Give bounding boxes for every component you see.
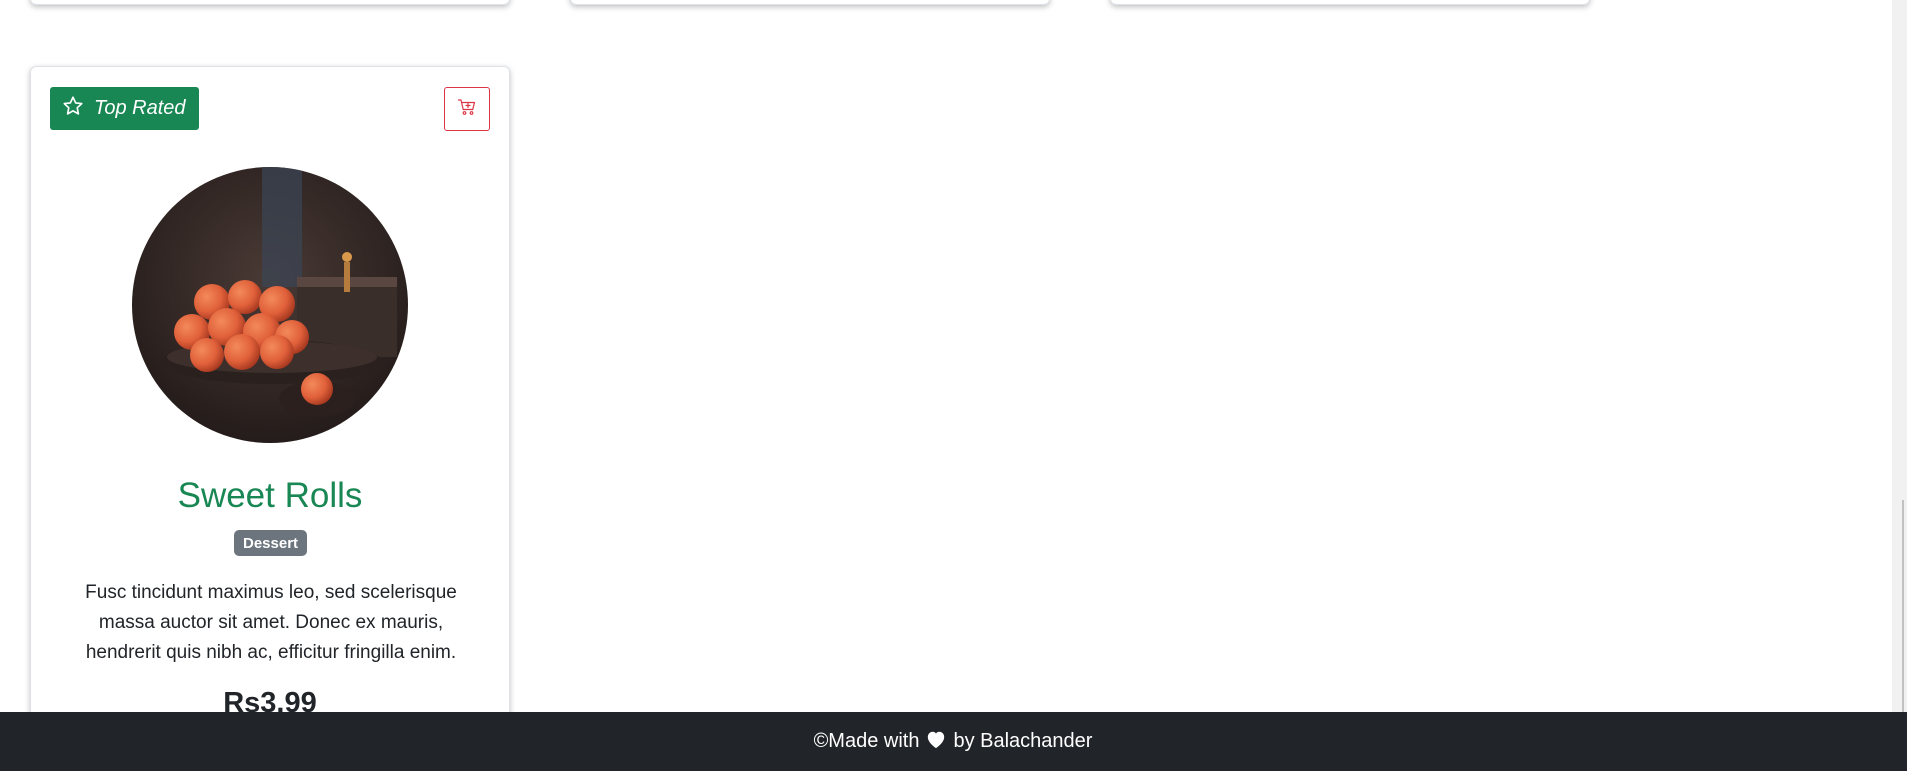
footer-suffix: by Balachander	[953, 730, 1093, 752]
scrollbar[interactable]	[1892, 0, 1907, 712]
category-badge: Dessert	[234, 530, 308, 556]
footer: ©Made with by Balachander	[0, 712, 1907, 771]
top-rated-label: Top Rated	[94, 97, 186, 119]
top-rated-badge: Top Rated	[50, 87, 199, 130]
footer-prefix: ©Made with	[813, 730, 920, 752]
cart-plus-icon	[457, 97, 477, 122]
scrollbar-thumb[interactable]	[1902, 500, 1904, 712]
food-card-partial	[1110, 0, 1590, 5]
food-description: Fusc tincidunt maximus leo, sed sceleris…	[85, 582, 457, 663]
food-image	[132, 167, 408, 443]
heart-icon	[925, 729, 947, 755]
food-card-partial	[30, 0, 510, 5]
star-icon	[62, 95, 84, 123]
food-card: Top Rated Sweet Rolls Dessert Fusc tinci…	[30, 66, 510, 771]
food-title: Sweet Rolls	[177, 476, 363, 515]
food-card-partial	[570, 0, 1050, 5]
page: Top Rated Sweet Rolls Dessert Fusc tinci…	[0, 0, 1907, 771]
add-to-cart-button[interactable]	[444, 87, 490, 131]
